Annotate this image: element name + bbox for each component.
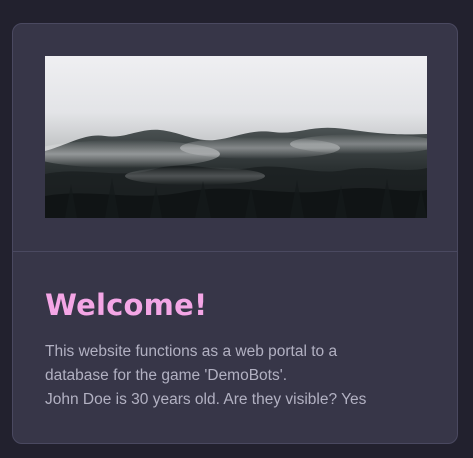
description-line: John Doe is 30 years old. Are they visib… (45, 391, 367, 408)
welcome-card: Welcome! This website functions as a web… (12, 23, 458, 444)
card-divider (13, 251, 457, 252)
forest-fog-photo (45, 56, 427, 218)
description-line: database for the game 'DemoBots'. (45, 367, 287, 384)
forest-fog-image (45, 56, 427, 218)
description-line: This website functions as a web portal t… (45, 343, 338, 360)
card-description: This website functions as a web portal t… (45, 340, 425, 412)
card-title: Welcome! (45, 288, 208, 322)
